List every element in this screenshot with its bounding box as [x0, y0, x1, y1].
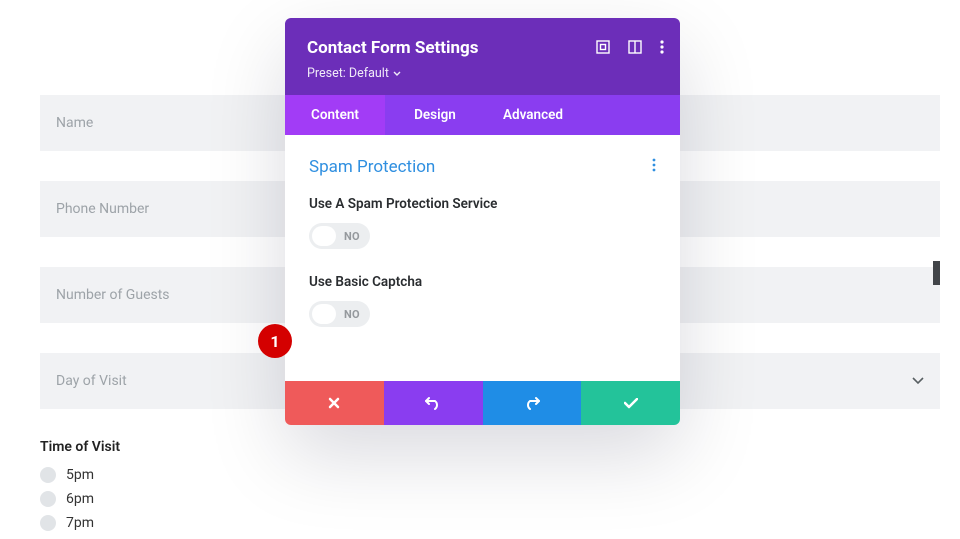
preset-selector[interactable]: Preset: Default: [307, 66, 401, 81]
undo-icon: [425, 396, 441, 410]
modal-header: Contact Form Settings Preset: Default: [285, 18, 680, 95]
day-select-label: Day of Visit: [56, 373, 127, 389]
basic-captcha-toggle[interactable]: NO: [309, 301, 370, 327]
radio-icon: [40, 515, 56, 531]
modal-body: Spam Protection Use A Spam Protection Se…: [285, 135, 680, 381]
expand-icon[interactable]: [596, 40, 610, 54]
redo-button[interactable]: [483, 381, 582, 425]
time-option-5pm[interactable]: 5pm: [40, 467, 940, 483]
module-handle[interactable]: [933, 261, 940, 285]
toggle-value: NO: [344, 308, 360, 321]
annotation-badge-1: 1: [258, 324, 292, 358]
toggle-knob: [312, 304, 336, 324]
spam-service-toggle[interactable]: NO: [309, 223, 370, 249]
tab-content[interactable]: Content: [285, 95, 385, 135]
confirm-button[interactable]: [581, 381, 680, 425]
time-option-label: 5pm: [66, 467, 94, 483]
modal-actions: [285, 381, 680, 425]
redo-icon: [524, 396, 540, 410]
toggle-value: NO: [344, 230, 360, 243]
close-icon: [328, 397, 340, 409]
time-option-label: 6pm: [66, 491, 94, 507]
time-option-6pm[interactable]: 6pm: [40, 491, 940, 507]
section-title[interactable]: Spam Protection: [309, 157, 656, 177]
section-menu-icon[interactable]: [652, 157, 656, 176]
time-of-visit-label: Time of Visit: [40, 439, 940, 455]
header-icons: [596, 40, 664, 54]
time-option-label: 7pm: [66, 515, 94, 531]
caret-down-icon: [393, 71, 401, 77]
preset-label: Preset: Default: [307, 66, 389, 81]
tabs: Content Design Advanced: [285, 95, 680, 135]
caret-down-icon: [912, 377, 924, 385]
undo-button[interactable]: [384, 381, 483, 425]
spam-service-label: Use A Spam Protection Service: [309, 195, 509, 213]
tab-design[interactable]: Design: [385, 95, 485, 135]
kebab-menu-icon[interactable]: [660, 40, 664, 54]
radio-icon: [40, 491, 56, 507]
settings-modal: Contact Form Settings Preset: Default Co…: [285, 18, 680, 425]
basic-captcha-label: Use Basic Captcha: [309, 273, 509, 291]
check-icon: [624, 398, 638, 409]
cancel-button[interactable]: [285, 381, 384, 425]
snap-icon[interactable]: [628, 40, 642, 54]
radio-icon: [40, 467, 56, 483]
tab-advanced[interactable]: Advanced: [485, 95, 680, 135]
toggle-knob: [312, 226, 336, 246]
time-option-7pm[interactable]: 7pm: [40, 515, 940, 531]
